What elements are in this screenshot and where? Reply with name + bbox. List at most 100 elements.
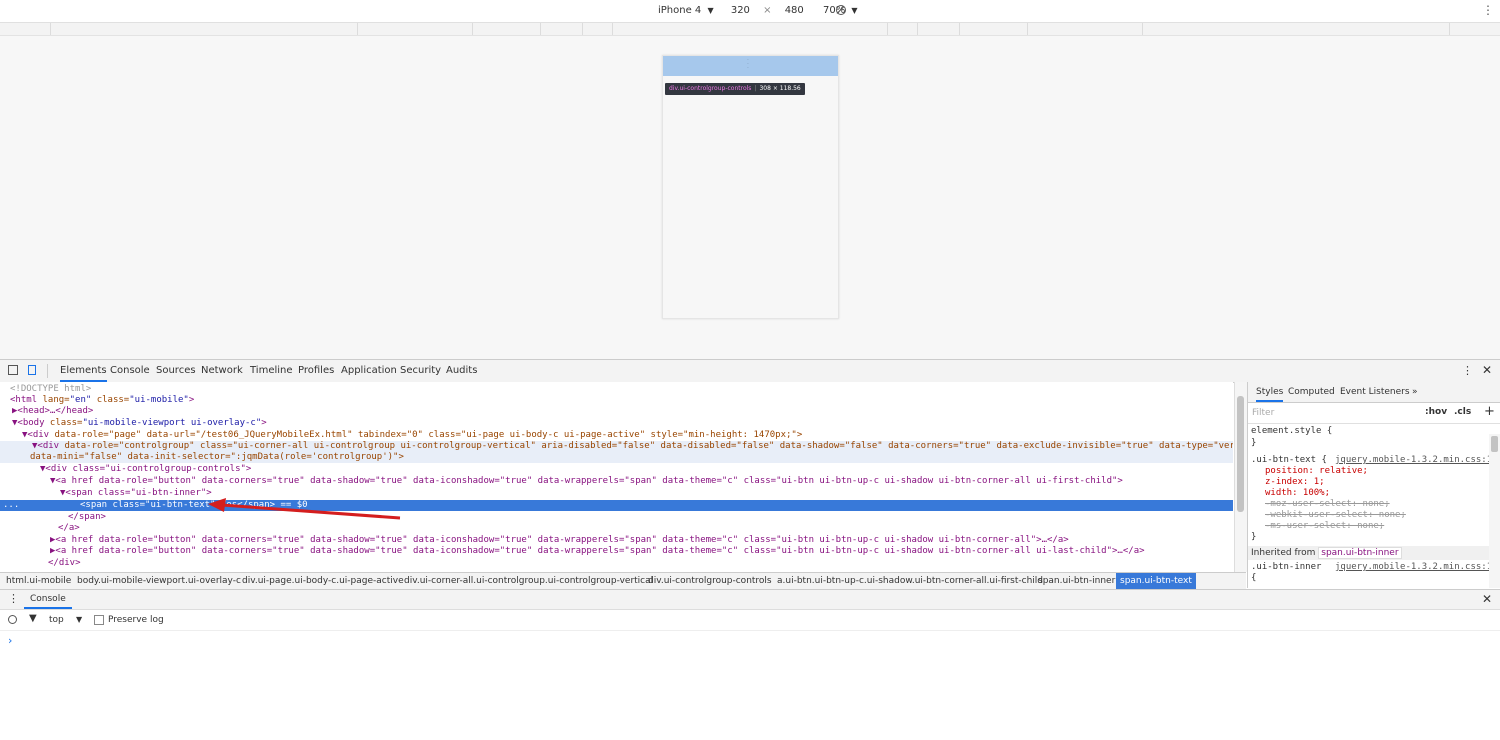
- tab-console[interactable]: Console: [110, 360, 150, 382]
- tree-node-btn-text-selected[interactable]: ... <span class="ui-btn-text">Yes</span>…: [0, 500, 1233, 511]
- style-property[interactable]: z-index: 1;: [1265, 477, 1325, 488]
- btn-text-rule[interactable]: .ui-btn-text { jquery.mobile-1.3.2.min.c…: [1251, 455, 1498, 466]
- tree-node-page-div[interactable]: ▼<div data-role="page" data-url="/test06…: [22, 430, 802, 441]
- style-property-overridden[interactable]: -webkit-user-select: none;: [1265, 510, 1406, 521]
- inherited-node-link[interactable]: span.ui-btn-inner: [1318, 547, 1402, 559]
- rule-close: }: [1251, 438, 1257, 448]
- tooltip-separator: |: [754, 85, 757, 92]
- context-select[interactable]: top: [49, 615, 64, 625]
- node-options-dots[interactable]: ...: [3, 500, 19, 511]
- ruler-tick: [582, 23, 583, 35]
- breadcrumb-item[interactable]: div.ui-corner-all.ui-controlgroup.ui-con…: [404, 573, 653, 589]
- tab-computed[interactable]: Computed: [1288, 387, 1335, 397]
- more-options-icon[interactable]: ⋮: [1482, 3, 1494, 17]
- tree-node-controls[interactable]: ▼<div class="ui-controlgroup-controls">: [40, 464, 251, 475]
- tree-node-head[interactable]: ▶<head>…</head>: [12, 406, 93, 417]
- breadcrumb: html.ui-mobile body.ui-mobile-viewport.u…: [0, 572, 1246, 589]
- btn-inner-rule[interactable]: .ui-btn-inner jquery.mobile-1.3.2.min.cs…: [1251, 562, 1498, 573]
- rotate-icon[interactable]: [836, 5, 846, 15]
- device-width[interactable]: 320: [731, 5, 750, 16]
- device-height[interactable]: 480: [785, 5, 804, 16]
- element-style-rule[interactable]: element.style {: [1251, 426, 1332, 437]
- node-attr: class=: [91, 395, 130, 405]
- node-tag-close: >: [188, 395, 195, 405]
- style-property-overridden[interactable]: -ms-user-select: none;: [1265, 521, 1384, 532]
- tab-console-drawer[interactable]: Console: [24, 590, 72, 609]
- tab-styles[interactable]: Styles: [1256, 387, 1284, 402]
- breadcrumb-item[interactable]: div.ui-controlgroup-controls: [648, 573, 772, 589]
- drawer-menu-icon[interactable]: ⋮: [8, 592, 19, 605]
- chevron-down-icon[interactable]: ▼: [851, 6, 857, 15]
- hov-toggle[interactable]: :hov: [1425, 407, 1447, 417]
- ruler-tick: [887, 23, 888, 35]
- device-frame[interactable]: · · · div.ui-controlgroup-controls | 308 × 1…: [662, 55, 839, 319]
- chevron-down-icon[interactable]: ▼: [76, 615, 82, 624]
- tab-application[interactable]: Application: [341, 360, 397, 382]
- tree-node-first-button[interactable]: ▼<a href data-role="button" data-corners…: [50, 476, 1123, 487]
- chevron-down-icon[interactable]: ▼: [707, 6, 713, 15]
- drawer-header: ⋮ Console ✕: [0, 590, 1500, 610]
- scrollbar-thumb[interactable]: [1237, 396, 1244, 512]
- styles-pane: Styles Computed Event Listeners » Filter…: [1247, 382, 1500, 588]
- tree-node-body[interactable]: ▼<body class="ui-mobile-viewport ui-over…: [12, 418, 267, 429]
- tree-node-controlgroup-cont[interactable]: data-mini="false" data-init-selector=":j…: [0, 452, 1233, 463]
- node-tag: ▼<div: [22, 430, 50, 440]
- tab-audits[interactable]: Audits: [446, 360, 477, 382]
- tree-node-btn-inner[interactable]: ▼<span class="ui-btn-inner">: [60, 488, 212, 499]
- styles-scrollbar[interactable]: [1489, 434, 1500, 588]
- media-query-ruler[interactable]: [0, 23, 1500, 36]
- source-link[interactable]: jquery.mobile-1.3.2.min.css:12: [1335, 562, 1498, 573]
- node-attr-value: "ui-mobile": [129, 395, 189, 405]
- ruler-tick: [540, 23, 541, 35]
- tree-node-close-a[interactable]: </a>: [58, 523, 80, 534]
- filter-icon[interactable]: ▼: [29, 613, 37, 624]
- styles-filter-bar: Filter :hov .cls +: [1248, 403, 1500, 424]
- preserve-log-checkbox[interactable]: [94, 615, 104, 625]
- style-property[interactable]: width: 100%;: [1265, 488, 1330, 499]
- tree-node-close-span[interactable]: </span>: [68, 512, 106, 523]
- breadcrumb-item[interactable]: html.ui-mobile: [6, 573, 71, 589]
- tab-elements[interactable]: Elements: [60, 360, 107, 382]
- element-highlight: · · ·: [663, 56, 838, 76]
- cls-toggle[interactable]: .cls: [1454, 407, 1471, 417]
- inspect-element-icon[interactable]: [8, 365, 18, 375]
- node-attr: lang=: [37, 395, 70, 405]
- tree-node-second-button[interactable]: ▶<a href data-role="button" data-corners…: [50, 535, 1069, 546]
- dimension-separator: ×: [763, 5, 772, 16]
- tree-node-last-button[interactable]: ▶<a href data-role="button" data-corners…: [50, 546, 1145, 557]
- tab-network[interactable]: Network: [201, 360, 243, 382]
- device-select[interactable]: iPhone 4: [658, 5, 701, 16]
- device-toggle-icon[interactable]: [28, 365, 36, 375]
- style-property[interactable]: position: relative;: [1265, 466, 1368, 477]
- device-toolbar: iPhone 4 ▼ 320 × 480 70% ▼ ⋮: [0, 0, 1500, 23]
- tooltip-size: 308 × 118.56: [759, 85, 801, 92]
- scrollbar-thumb[interactable]: [1491, 436, 1498, 452]
- tab-timeline[interactable]: Timeline: [250, 360, 293, 382]
- tab-event-listeners[interactable]: Event Listeners: [1340, 387, 1410, 397]
- breadcrumb-item-active[interactable]: span.ui-btn-text: [1116, 573, 1196, 589]
- close-icon[interactable]: ✕: [1482, 363, 1492, 377]
- tree-node-html[interactable]: <html lang="en" class="ui-mobile">: [10, 395, 194, 406]
- tab-sources[interactable]: Sources: [156, 360, 196, 382]
- breadcrumb-item[interactable]: body.ui-mobile-viewport.ui-overlay-c: [77, 573, 241, 589]
- breadcrumb-item[interactable]: span.ui-btn-inner: [1038, 573, 1115, 589]
- tree-node-close-div[interactable]: </div>: [48, 558, 81, 569]
- filter-input[interactable]: Filter: [1252, 408, 1274, 418]
- breadcrumb-item[interactable]: div.ui-page.ui-body-c.ui-page-active: [242, 573, 404, 589]
- elements-scrollbar[interactable]: [1234, 382, 1247, 572]
- devtools-menu-icon[interactable]: ⋮: [1462, 364, 1473, 377]
- clear-console-icon[interactable]: [8, 615, 17, 624]
- tree-node-doctype[interactable]: <!DOCTYPE html>: [10, 384, 91, 395]
- console-drawer: ⋮ Console ✕ ▼ top ▼ Preserve log ›: [0, 589, 1500, 740]
- tab-profiles[interactable]: Profiles: [298, 360, 334, 382]
- close-icon[interactable]: ✕: [1482, 592, 1492, 606]
- tree-node-controlgroup[interactable]: ▼<div data-role="controlgroup" class="ui…: [0, 441, 1233, 452]
- console-prompt[interactable]: ›: [8, 634, 12, 647]
- style-property-overridden[interactable]: -moz-user-select: none;: [1265, 499, 1390, 510]
- tabs-overflow-icon[interactable]: »: [1412, 387, 1418, 397]
- source-link[interactable]: jquery.mobile-1.3.2.min.css:12: [1335, 455, 1498, 466]
- add-rule-icon[interactable]: +: [1484, 404, 1495, 419]
- breadcrumb-item[interactable]: a.ui-btn.ui-btn-up-c.ui-shadow.ui-btn-co…: [777, 573, 1043, 589]
- tab-security[interactable]: Security: [400, 360, 441, 382]
- console-toolbar: ▼ top ▼ Preserve log: [0, 610, 1500, 631]
